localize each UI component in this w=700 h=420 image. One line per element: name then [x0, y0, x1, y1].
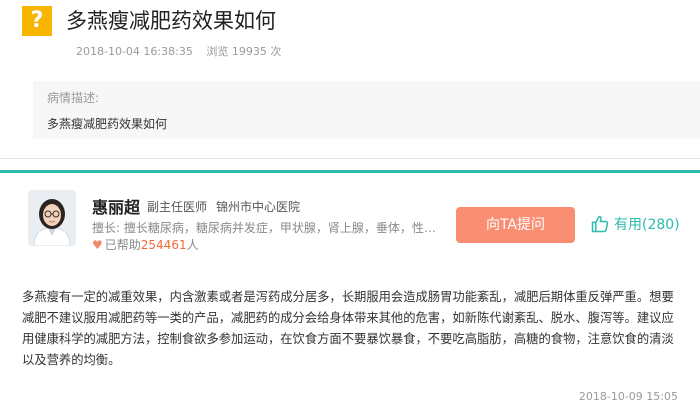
thumbs-up-icon: [591, 215, 609, 233]
doctor-title: 副主任医师: [147, 200, 208, 214]
doctor-specialty: 擅长: 擅长糖尿病，糖尿病并发症，甲状腺，肾上腺，垂体，性腺...: [92, 221, 444, 235]
helped-count-line: ♥ 已帮助254461人: [92, 236, 199, 253]
description-label: 病情描述:: [47, 91, 100, 105]
question-datetime: 2018-10-04 16:38:35: [76, 45, 193, 58]
doctor-hospital[interactable]: 锦州市中心医院: [216, 198, 300, 215]
description-panel: 病情描述: 多燕瘦减肥药效果如何: [33, 81, 700, 139]
question-meta: 2018-10-04 16:38:35 浏览 19935 次: [76, 43, 281, 59]
answer-datetime: 2018-10-09 15:05: [578, 390, 678, 403]
answer-accent-bar: [0, 170, 700, 173]
view-count: 浏览 19935 次: [206, 45, 282, 58]
doctor-name[interactable]: 惠丽超: [92, 194, 140, 218]
question-mark-icon: ?: [22, 6, 52, 36]
page-title: 多燕瘦减肥药效果如何: [66, 9, 276, 33]
useful-button[interactable]: 有用(280): [590, 212, 680, 238]
section-divider: [0, 158, 700, 159]
heart-icon: ♥: [92, 238, 103, 252]
ask-doctor-button[interactable]: 向TA提问: [456, 207, 575, 243]
description-text: 多燕瘦减肥药效果如何: [47, 117, 168, 131]
helped-suffix: 人: [186, 238, 199, 252]
helped-prefix: 已帮助: [104, 238, 141, 252]
answer-text: 多燕瘦有一定的减重效果，内含激素或者是泻药成分居多，长期服用会造成肠胃功能紊乱，…: [22, 290, 674, 367]
doctor-avatar[interactable]: [28, 190, 76, 246]
helped-count: 254461: [140, 238, 187, 252]
useful-label: 有用(280): [614, 217, 680, 233]
